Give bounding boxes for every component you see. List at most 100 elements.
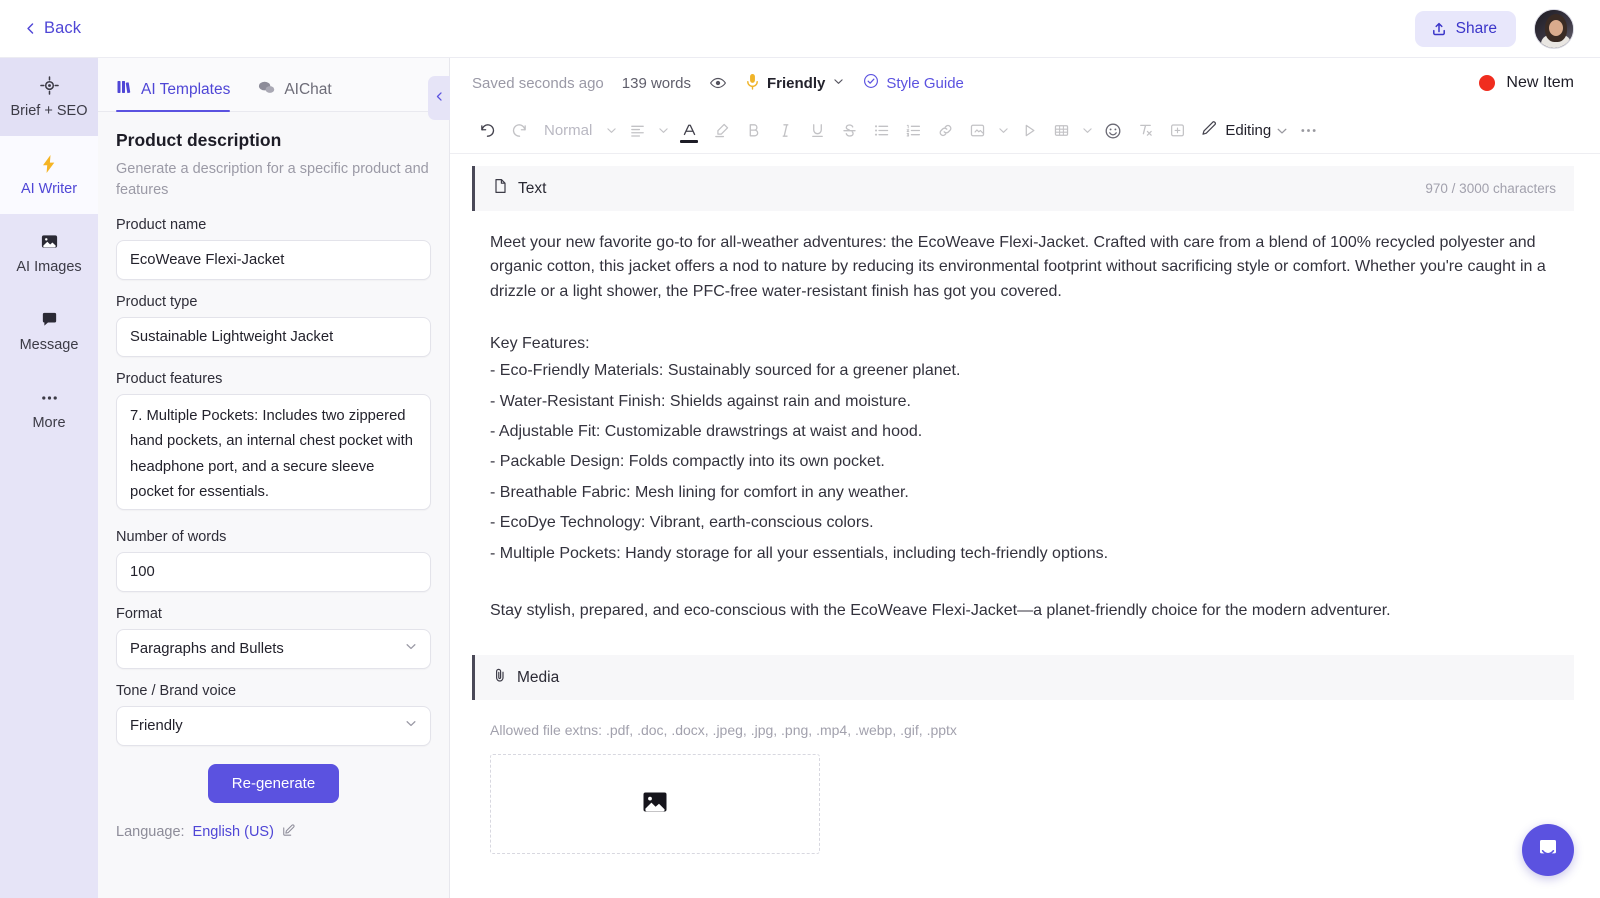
field-product-type: Product type bbox=[116, 294, 431, 358]
tone-select[interactable] bbox=[116, 706, 431, 747]
eye-icon[interactable] bbox=[709, 74, 727, 92]
field-format: Format bbox=[116, 606, 431, 670]
chat-bubbles-icon bbox=[258, 80, 275, 100]
redo-button[interactable] bbox=[504, 116, 534, 146]
feature-item: - Packable Design: Folds compactly into … bbox=[490, 453, 885, 471]
toolbar-more-button[interactable] bbox=[1293, 116, 1323, 146]
share-button[interactable]: Share bbox=[1414, 10, 1516, 47]
highlighter-button[interactable] bbox=[706, 116, 736, 146]
media-section-title: Media bbox=[517, 668, 560, 686]
tone-value: Friendly bbox=[766, 74, 826, 92]
align-chevron-down-icon[interactable] bbox=[654, 124, 672, 137]
bold-button[interactable] bbox=[738, 116, 768, 146]
microphone-icon bbox=[745, 73, 760, 94]
field-label: Product name bbox=[116, 217, 207, 234]
tab-label: AI Templates bbox=[141, 80, 231, 98]
emoji-button[interactable] bbox=[1098, 116, 1128, 146]
font-color-button[interactable] bbox=[674, 116, 704, 146]
formatting-toolbar: Normal Editing bbox=[450, 108, 1600, 154]
bullet-list-button[interactable] bbox=[866, 116, 896, 146]
language-prefix: Language: bbox=[116, 824, 185, 841]
feature-item: - Multiple Pockets: Handy storage for al… bbox=[490, 544, 1109, 562]
editor-pane: Saved seconds ago 139 words Friendly Sty… bbox=[450, 58, 1600, 898]
template-panel: AI Templates AIChat Product description … bbox=[98, 58, 450, 898]
tab-ai-templates[interactable]: AI Templates bbox=[116, 79, 231, 112]
support-chat-button[interactable] bbox=[1522, 824, 1574, 876]
media-dropzone[interactable] bbox=[490, 754, 820, 855]
rail-label: Brief + SEO bbox=[10, 102, 88, 119]
ellipsis-icon bbox=[40, 388, 59, 408]
field-label: Tone / Brand voice bbox=[116, 683, 237, 700]
rail-label: AI Writer bbox=[20, 180, 78, 197]
image-chevron-down-icon[interactable] bbox=[994, 124, 1012, 137]
product-features-textarea[interactable]: 7. Multiple Pockets: Includes two zipper… bbox=[116, 394, 431, 511]
new-item-button[interactable]: New Item bbox=[1479, 74, 1574, 92]
back-button[interactable]: Back bbox=[18, 15, 87, 42]
target-icon bbox=[39, 76, 59, 96]
allowed-extensions: Allowed file extns: .pdf, .doc, .docx, .… bbox=[490, 722, 957, 739]
rail-item-message[interactable]: Message bbox=[0, 292, 98, 370]
lightning-bolt-icon bbox=[40, 154, 58, 174]
insert-video-button[interactable] bbox=[1014, 116, 1044, 146]
app-body: Brief + SEO AI Writer AI Images Message bbox=[0, 58, 1600, 898]
insert-table-button[interactable] bbox=[1046, 116, 1076, 146]
panel-tab-bar: AI Templates AIChat bbox=[98, 58, 449, 112]
align-left-button[interactable] bbox=[622, 116, 652, 146]
field-product-name: Product name bbox=[116, 217, 431, 281]
undo-button[interactable] bbox=[472, 116, 502, 146]
rail-item-ai-writer[interactable]: AI Writer bbox=[0, 136, 98, 214]
rail-item-more[interactable]: More bbox=[0, 370, 98, 448]
table-chevron-down-icon[interactable] bbox=[1078, 124, 1096, 137]
rail-item-ai-images[interactable]: AI Images bbox=[0, 214, 98, 292]
feature-item: - Water-Resistant Finish: Shields agains… bbox=[490, 392, 911, 410]
insert-image-button[interactable] bbox=[962, 116, 992, 146]
language-value[interactable]: English (US) bbox=[193, 824, 274, 840]
pencil-icon bbox=[1200, 120, 1217, 141]
underline-button[interactable] bbox=[802, 116, 832, 146]
format-select-wrap bbox=[116, 629, 431, 670]
template-description: Generate a description for a specific pr… bbox=[116, 161, 429, 199]
avatar-face bbox=[1549, 19, 1563, 36]
format-select[interactable] bbox=[116, 629, 431, 670]
field-number-of-words: Number of words bbox=[116, 529, 431, 593]
collapse-panel-button[interactable] bbox=[428, 76, 450, 120]
number-of-words-input[interactable] bbox=[116, 552, 431, 593]
text-section-title: Text bbox=[518, 179, 547, 197]
product-name-input[interactable] bbox=[116, 240, 431, 281]
editing-mode-button[interactable]: Editing bbox=[1194, 120, 1271, 141]
rail-item-brief-seo[interactable]: Brief + SEO bbox=[0, 58, 98, 136]
chevron-down-icon[interactable] bbox=[602, 124, 620, 137]
paperclip-icon bbox=[493, 667, 507, 688]
document-icon bbox=[493, 178, 508, 199]
tab-aichat[interactable]: AIChat bbox=[258, 80, 332, 111]
pencil-square-icon[interactable] bbox=[282, 823, 296, 841]
media-section-header: Media bbox=[472, 655, 1574, 701]
italic-button[interactable] bbox=[770, 116, 800, 146]
chevron-left-icon bbox=[24, 22, 37, 35]
saved-status: Saved seconds ago bbox=[472, 74, 604, 92]
link-button[interactable] bbox=[930, 116, 960, 146]
style-guide-label: Style Guide bbox=[886, 74, 964, 92]
regenerate-button[interactable]: Re-generate bbox=[207, 764, 340, 804]
tone-dropdown[interactable]: Friendly bbox=[745, 73, 845, 94]
style-guide-button[interactable]: Style Guide bbox=[863, 73, 964, 93]
editing-chevron-down-icon[interactable] bbox=[1273, 124, 1291, 138]
editor-meta-bar: Saved seconds ago 139 words Friendly Sty… bbox=[450, 58, 1600, 108]
avatar[interactable] bbox=[1534, 8, 1574, 49]
add-comment-button[interactable] bbox=[1162, 116, 1192, 146]
field-label: Product type bbox=[116, 294, 198, 311]
clear-formatting-button[interactable] bbox=[1130, 116, 1160, 146]
numbered-list-button[interactable] bbox=[898, 116, 928, 146]
strikethrough-button[interactable] bbox=[834, 116, 864, 146]
font-color-swatch bbox=[680, 139, 699, 143]
text-section-left: Text bbox=[493, 178, 546, 199]
rail-label: More bbox=[32, 414, 66, 431]
paragraph-style-select[interactable]: Normal bbox=[536, 122, 600, 139]
document-area: Text 970 / 3000 characters Meet your new… bbox=[450, 154, 1600, 898]
language-row: Language: English (US) bbox=[116, 823, 431, 841]
top-bar: Back Share bbox=[0, 0, 1600, 58]
document-text-body[interactable]: Meet your new favorite go-to for all-wea… bbox=[472, 217, 1574, 623]
product-type-input[interactable] bbox=[116, 317, 431, 358]
field-product-features: Product features 7. Multiple Pockets: In… bbox=[116, 371, 431, 515]
tone-select-wrap bbox=[116, 706, 431, 747]
